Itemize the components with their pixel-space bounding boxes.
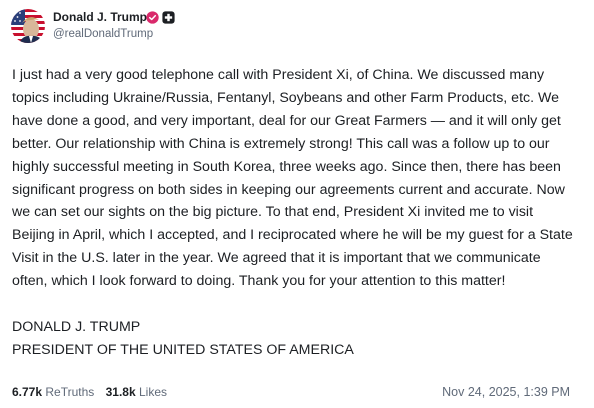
likes-stat[interactable]: 31.8k Likes: [106, 385, 167, 399]
post-timestamp[interactable]: Nov 24, 2025, 1:39 PM: [442, 383, 570, 401]
author-handle[interactable]: @realDonaldTrump: [53, 27, 153, 41]
affiliation-badge-icon: [162, 11, 175, 24]
likes-label: Likes: [139, 385, 168, 399]
post-stats: 6.77k ReTruths 31.8k Likes: [12, 383, 175, 401]
avatar[interactable]: [11, 9, 45, 43]
post-paragraph: I just had a very good telephone call wi…: [12, 67, 573, 290]
likes-count: 31.8k: [105, 385, 136, 399]
retruths-count: 6.77k: [12, 385, 43, 399]
signature-title: PRESIDENT OF THE UNITED STATES OF AMERIC…: [12, 341, 354, 358]
avatar-image: [11, 9, 45, 43]
verified-badge-icon: [146, 11, 159, 24]
post-body: I just had a very good telephone call wi…: [12, 64, 578, 362]
signature-name: DONALD J. TRUMP: [12, 318, 141, 335]
author-display-name[interactable]: Donald J. Trump: [53, 10, 147, 25]
retruths-label: ReTruths: [45, 385, 95, 399]
retruths-stat[interactable]: 6.77k ReTruths: [12, 385, 94, 399]
truth-post: Donald J. Trump @realDonaldTrump I just …: [0, 0, 594, 408]
